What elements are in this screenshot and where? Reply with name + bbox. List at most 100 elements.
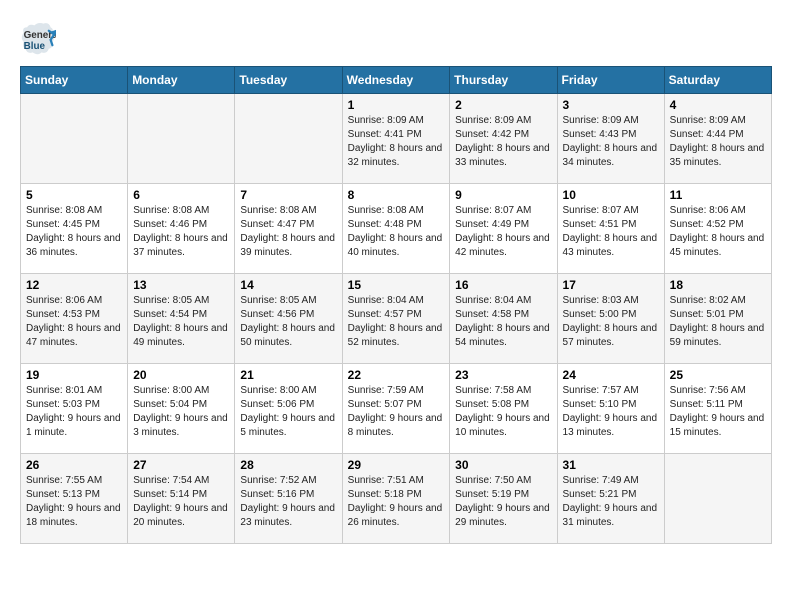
day-number: 11: [670, 188, 766, 202]
week-row-1: 1 Sunrise: 8:09 AMSunset: 4:41 PMDaylight…: [21, 94, 772, 184]
day-info: Sunrise: 8:09 AMSunset: 4:42 PMDaylight:…: [455, 114, 551, 170]
day-info: Sunrise: 7:49 AMSunset: 5:21 PMDaylight:…: [563, 474, 659, 530]
calendar-cell: 8 Sunrise: 8:08 AMSunset: 4:48 PMDaylight…: [342, 184, 450, 274]
calendar-header-row: SundayMondayTuesdayWednesdayThursdayFrid…: [21, 67, 772, 94]
day-info: Sunrise: 7:59 AMSunset: 5:07 PMDaylight:…: [348, 384, 445, 440]
day-number: 12: [26, 278, 122, 292]
calendar-cell: 28Sunrise: 7:52 AMSunset: 5:16 PMDayligh…: [235, 454, 342, 544]
calendar-cell: 19 Sunrise: 8:01 AMSunset: 5:03 PMDayligh…: [21, 364, 128, 454]
day-info: Sunrise: 7:57 AMSunset: 5:10 PMDaylight:…: [563, 384, 659, 440]
day-number: 20: [133, 368, 229, 382]
day-info: Sunrise: 7:58 AMSunset: 5:08 PMDaylight:…: [455, 384, 551, 440]
day-info: Sunrise: 8:09 AMSunset: 4:44 PMDaylight:…: [670, 114, 766, 170]
day-info: Sunrise: 7:55 AMSunset: 5:13 PMDaylight:…: [26, 474, 122, 530]
week-row-5: 26Sunrise: 7:55 AMSunset: 5:13 PMDayligh…: [21, 454, 772, 544]
day-info: Sunrise: 8:07 AMSunset: 4:51 PMDaylight:…: [563, 204, 659, 260]
week-row-3: 12 Sunrise: 8:06 AMSunset: 4:53 PMDayligh…: [21, 274, 772, 364]
calendar-cell: 9 Sunrise: 8:07 AMSunset: 4:49 PMDaylight…: [450, 184, 557, 274]
calendar-cell: 2 Sunrise: 8:09 AMSunset: 4:42 PMDaylight…: [450, 94, 557, 184]
day-info: Sunrise: 8:01 AMSunset: 5:03 PMDaylight:…: [26, 384, 122, 440]
day-number: 13: [133, 278, 229, 292]
calendar-cell: 24 Sunrise: 7:57 AMSunset: 5:10 PMDayligh…: [557, 364, 664, 454]
calendar-cell: 30 Sunrise: 7:50 AMSunset: 5:19 PMDayligh…: [450, 454, 557, 544]
calendar-cell: 20 Sunrise: 8:00 AMSunset: 5:04 PMDayligh…: [128, 364, 235, 454]
calendar-cell: [235, 94, 342, 184]
calendar-cell: 27Sunrise: 7:54 AMSunset: 5:14 PMDayligh…: [128, 454, 235, 544]
calendar-cell: [21, 94, 128, 184]
header-sunday: Sunday: [21, 67, 128, 94]
day-number: 29: [348, 458, 445, 472]
day-info: Sunrise: 8:07 AMSunset: 4:49 PMDaylight:…: [455, 204, 551, 260]
calendar-cell: 15 Sunrise: 8:04 AMSunset: 4:57 PMDayligh…: [342, 274, 450, 364]
calendar-cell: 1 Sunrise: 8:09 AMSunset: 4:41 PMDaylight…: [342, 94, 450, 184]
day-info: Sunrise: 8:06 AMSunset: 4:52 PMDaylight:…: [670, 204, 766, 260]
day-number: 7: [240, 188, 336, 202]
day-info: Sunrise: 8:08 AMSunset: 4:47 PMDaylight:…: [240, 204, 336, 260]
header-tuesday: Tuesday: [235, 67, 342, 94]
day-info: Sunrise: 7:56 AMSunset: 5:11 PMDaylight:…: [670, 384, 766, 440]
calendar-cell: 3 Sunrise: 8:09 AMSunset: 4:43 PMDaylight…: [557, 94, 664, 184]
day-info: Sunrise: 7:50 AMSunset: 5:19 PMDaylight:…: [455, 474, 551, 530]
day-number: 5: [26, 188, 122, 202]
day-info: Sunrise: 8:05 AMSunset: 4:56 PMDaylight:…: [240, 294, 336, 350]
calendar-cell: 21 Sunrise: 8:00 AMSunset: 5:06 PMDayligh…: [235, 364, 342, 454]
day-info: Sunrise: 8:09 AMSunset: 4:43 PMDaylight:…: [563, 114, 659, 170]
logo: General Blue: [20, 20, 56, 56]
header-wednesday: Wednesday: [342, 67, 450, 94]
day-number: 23: [455, 368, 551, 382]
day-number: 2: [455, 98, 551, 112]
day-info: Sunrise: 7:52 AMSunset: 5:16 PMDaylight:…: [240, 474, 336, 530]
day-number: 21: [240, 368, 336, 382]
day-number: 4: [670, 98, 766, 112]
page-header: General Blue: [20, 20, 772, 56]
calendar-cell: 29 Sunrise: 7:51 AMSunset: 5:18 PMDayligh…: [342, 454, 450, 544]
day-number: 19: [26, 368, 122, 382]
day-info: Sunrise: 7:54 AMSunset: 5:14 PMDaylight:…: [133, 474, 229, 530]
day-number: 17: [563, 278, 659, 292]
calendar-cell: 12 Sunrise: 8:06 AMSunset: 4:53 PMDayligh…: [21, 274, 128, 364]
day-info: Sunrise: 8:04 AMSunset: 4:57 PMDaylight:…: [348, 294, 445, 350]
day-number: 18: [670, 278, 766, 292]
day-number: 10: [563, 188, 659, 202]
calendar-cell: 4 Sunrise: 8:09 AMSunset: 4:44 PMDaylight…: [664, 94, 771, 184]
week-row-2: 5Sunrise: 8:08 AMSunset: 4:45 PMDaylight…: [21, 184, 772, 274]
calendar-cell: 10 Sunrise: 8:07 AMSunset: 4:51 PMDayligh…: [557, 184, 664, 274]
day-number: 1: [348, 98, 445, 112]
day-number: 25: [670, 368, 766, 382]
day-info: Sunrise: 8:09 AMSunset: 4:41 PMDaylight:…: [348, 114, 445, 170]
day-info: Sunrise: 8:04 AMSunset: 4:58 PMDaylight:…: [455, 294, 551, 350]
header-thursday: Thursday: [450, 67, 557, 94]
day-number: 6: [133, 188, 229, 202]
day-number: 24: [563, 368, 659, 382]
day-info: Sunrise: 8:06 AMSunset: 4:53 PMDaylight:…: [26, 294, 122, 350]
day-number: 22: [348, 368, 445, 382]
calendar-cell: 16 Sunrise: 8:04 AMSunset: 4:58 PMDayligh…: [450, 274, 557, 364]
day-number: 30: [455, 458, 551, 472]
day-number: 8: [348, 188, 445, 202]
header-friday: Friday: [557, 67, 664, 94]
calendar-cell: 11 Sunrise: 8:06 AMSunset: 4:52 PMDayligh…: [664, 184, 771, 274]
header-monday: Monday: [128, 67, 235, 94]
header-saturday: Saturday: [664, 67, 771, 94]
calendar-cell: 7 Sunrise: 8:08 AMSunset: 4:47 PMDaylight…: [235, 184, 342, 274]
calendar-cell: 5Sunrise: 8:08 AMSunset: 4:45 PMDaylight…: [21, 184, 128, 274]
calendar-cell: [664, 454, 771, 544]
week-row-4: 19 Sunrise: 8:01 AMSunset: 5:03 PMDayligh…: [21, 364, 772, 454]
day-number: 3: [563, 98, 659, 112]
calendar-cell: 25 Sunrise: 7:56 AMSunset: 5:11 PMDayligh…: [664, 364, 771, 454]
calendar-cell: 26Sunrise: 7:55 AMSunset: 5:13 PMDayligh…: [21, 454, 128, 544]
calendar-table: SundayMondayTuesdayWednesdayThursdayFrid…: [20, 66, 772, 544]
calendar-cell: [128, 94, 235, 184]
day-number: 16: [455, 278, 551, 292]
day-info: Sunrise: 8:02 AMSunset: 5:01 PMDaylight:…: [670, 294, 766, 350]
day-info: Sunrise: 8:00 AMSunset: 5:04 PMDaylight:…: [133, 384, 229, 440]
day-number: 15: [348, 278, 445, 292]
calendar-cell: 18 Sunrise: 8:02 AMSunset: 5:01 PMDayligh…: [664, 274, 771, 364]
day-info: Sunrise: 8:08 AMSunset: 4:48 PMDaylight:…: [348, 204, 445, 260]
calendar-cell: 22 Sunrise: 7:59 AMSunset: 5:07 PMDayligh…: [342, 364, 450, 454]
logo-icon: General Blue: [20, 20, 56, 56]
day-number: 14: [240, 278, 336, 292]
day-info: Sunrise: 8:00 AMSunset: 5:06 PMDaylight:…: [240, 384, 336, 440]
day-info: Sunrise: 7:51 AMSunset: 5:18 PMDaylight:…: [348, 474, 445, 530]
day-number: 9: [455, 188, 551, 202]
